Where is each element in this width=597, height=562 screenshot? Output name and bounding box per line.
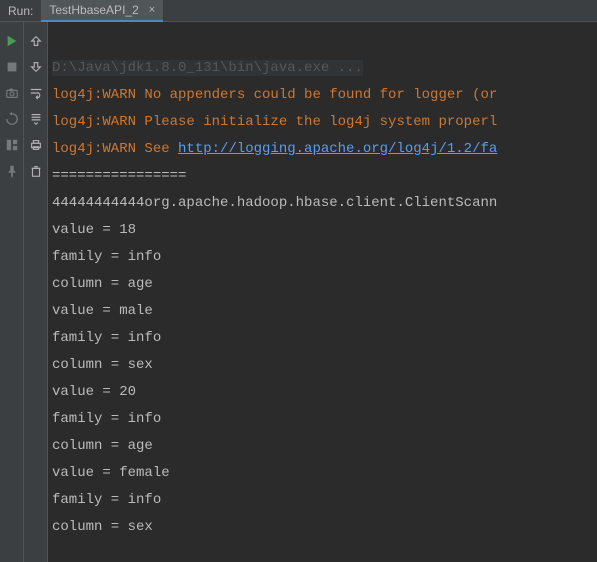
rerun-icon[interactable] [4, 33, 20, 49]
output-line: family = info [52, 330, 161, 346]
print-icon[interactable] [28, 137, 44, 153]
camera-icon[interactable] [4, 85, 20, 101]
output-line: column = age [52, 438, 153, 454]
down-arrow-icon[interactable] [28, 59, 44, 75]
pin-icon[interactable] [4, 163, 20, 179]
run-label: Run: [0, 4, 41, 18]
trash-icon[interactable] [28, 163, 44, 179]
output-line: value = 20 [52, 384, 136, 400]
output-line: column = age [52, 276, 153, 292]
warn-line: log4j:WARN Please initialize the log4j s… [52, 114, 497, 130]
separator-line: ================ [52, 168, 186, 184]
scroll-to-end-icon[interactable] [28, 111, 44, 127]
gutter-left [0, 22, 24, 562]
tab-testhbaseapi2[interactable]: TestHbaseAPI_2 × [41, 0, 163, 22]
up-arrow-icon[interactable] [28, 33, 44, 49]
stop-icon[interactable] [4, 59, 20, 75]
gutter-right [24, 22, 48, 562]
output-line: family = info [52, 492, 161, 508]
output-line: value = 18 [52, 222, 136, 238]
main-area: D:\Java\jdk1.8.0_131\bin\java.exe ... lo… [0, 22, 597, 562]
warn-line: log4j:WARN No appenders could be found f… [52, 87, 497, 103]
warn-link[interactable]: http://logging.apache.org/log4j/1.2/fa [178, 141, 497, 157]
console-output[interactable]: D:\Java\jdk1.8.0_131\bin\java.exe ... lo… [48, 22, 597, 562]
layout-icon[interactable] [4, 137, 20, 153]
warn-line: log4j:WARN See [52, 141, 178, 157]
soft-wrap-icon[interactable] [28, 85, 44, 101]
tab-label: TestHbaseAPI_2 [49, 3, 138, 17]
output-line: value = female [52, 465, 170, 481]
output-line: family = info [52, 249, 161, 265]
output-line: 44444444444org.apache.hadoop.hbase.clien… [52, 195, 497, 211]
close-icon[interactable]: × [145, 4, 159, 16]
output-line: family = info [52, 411, 161, 427]
restore-layout-icon[interactable] [4, 111, 20, 127]
output-line: column = sex [52, 519, 153, 535]
console-cmd: D:\Java\jdk1.8.0_131\bin\java.exe ... [52, 60, 363, 76]
output-line: column = sex [52, 357, 153, 373]
top-bar: Run: TestHbaseAPI_2 × [0, 0, 597, 22]
output-line: value = male [52, 303, 153, 319]
